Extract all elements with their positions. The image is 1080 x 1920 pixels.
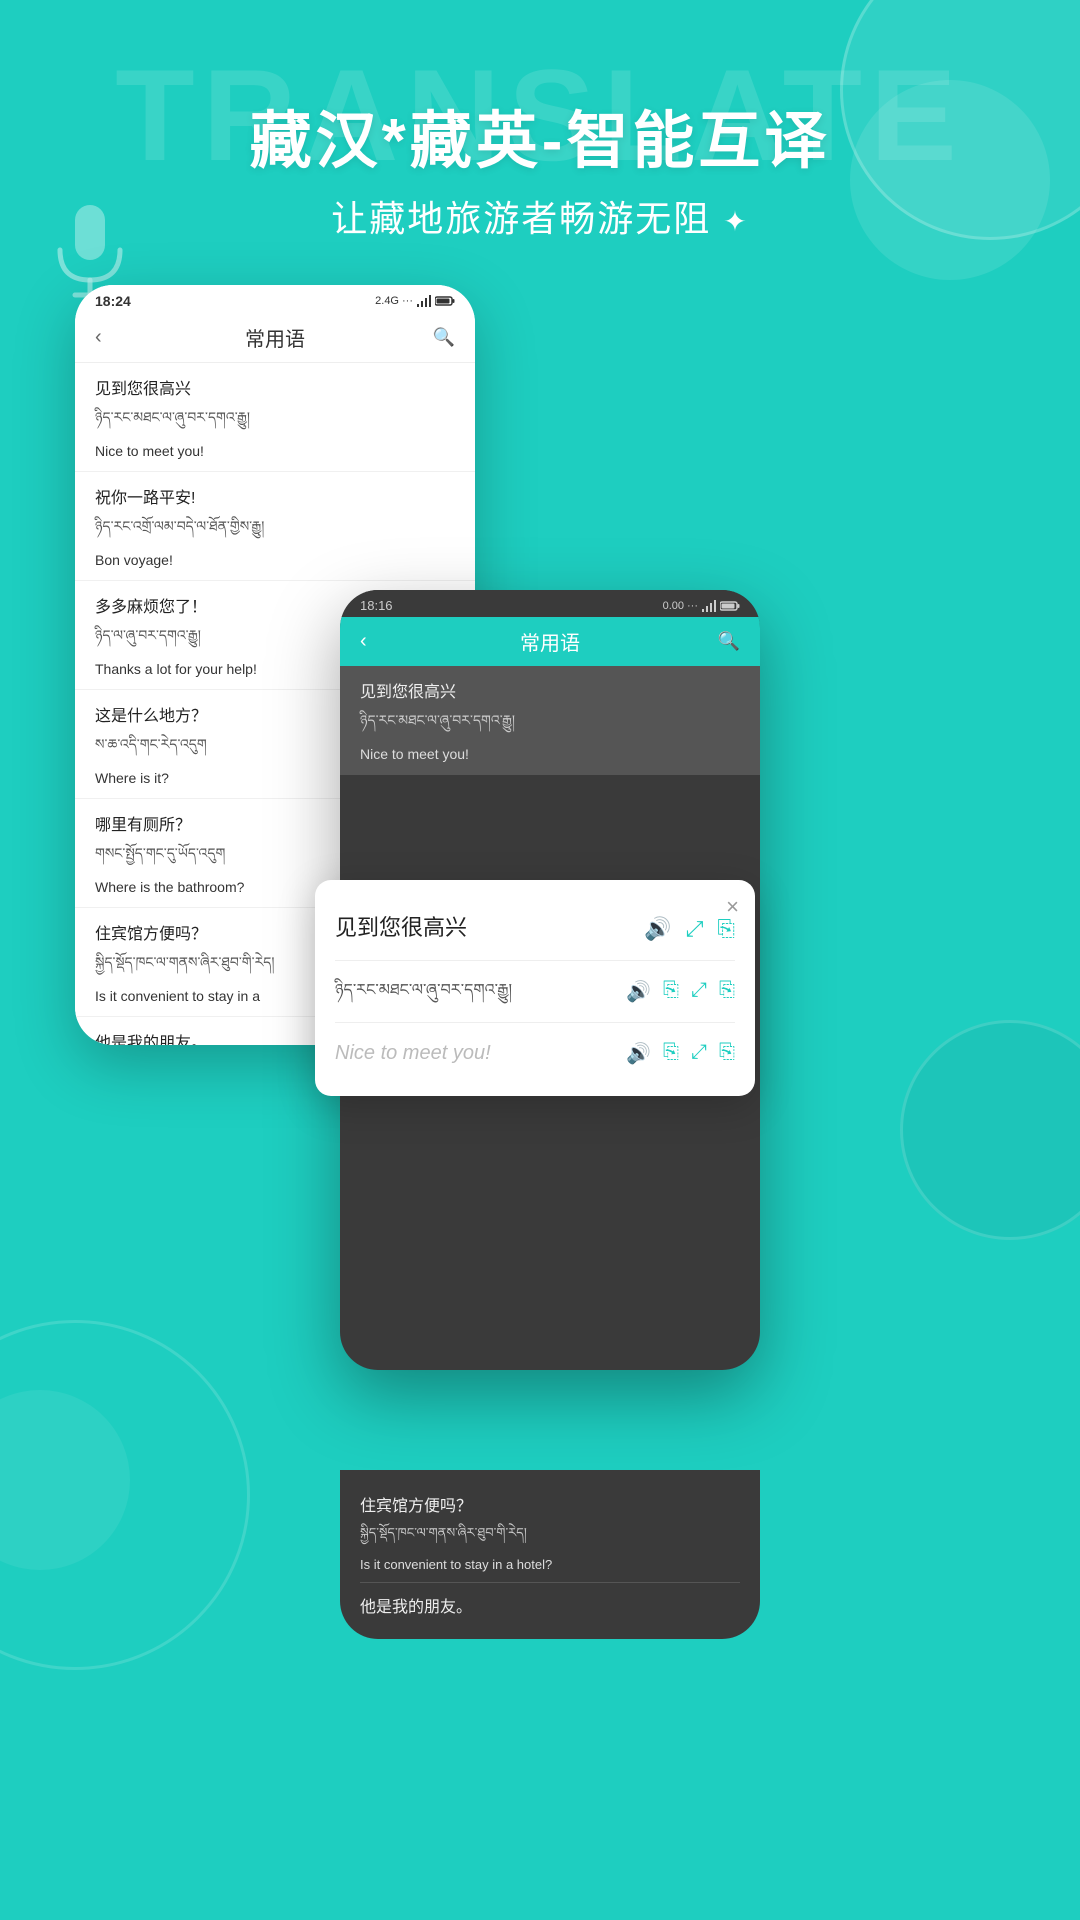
time-back: 18:24 xyxy=(95,293,131,309)
header-title: 藏汉*藏英-智能互译 xyxy=(0,90,1080,180)
bg-circle-4 xyxy=(0,1320,250,1670)
list-item-hotel[interactable]: 住宾馆方便吗？ སྐྱིད་སྡོད་ཁང་ལ་གནས་ཞིར་ཐུབ་གི་ར… xyxy=(360,1482,740,1583)
expand-icon-tibetan[interactable]: ⤢ xyxy=(691,979,707,1004)
back-arrow-front[interactable]: ‹ xyxy=(360,630,367,653)
expand-icon-cn[interactable]: ⤢ xyxy=(686,916,704,942)
share-icon-tibetan[interactable]: ⎘ xyxy=(663,979,679,1004)
search-icon-front[interactable]: 🔍 xyxy=(718,631,740,652)
time-front: 18:16 xyxy=(360,598,393,613)
divider-1 xyxy=(335,960,735,961)
share-icon-en[interactable]: ⎘ xyxy=(663,1041,679,1066)
search-icon-back[interactable]: 🔍 xyxy=(433,327,455,348)
cn-section: 见到您很高兴 🔊 ⤢ ⎘ xyxy=(335,900,735,952)
en-icons: 🔊 ⎘ ⤢ ⎘ xyxy=(626,1041,735,1066)
tibetan-section: ཉིད་རང་མཐང་ལ་ཞུ་བར་དགའ་རྒྱུ། 🔊 ⎘ ⤢ ⎘ xyxy=(335,969,735,1014)
copy-icon-en[interactable]: ⎘ xyxy=(719,1041,735,1066)
bg-circle-5 xyxy=(0,1390,130,1570)
sparkle-icon: ✦ xyxy=(723,206,748,237)
cn-text: 见到您很高兴 xyxy=(335,910,467,942)
divider-2 xyxy=(335,1022,735,1023)
status-bar-front: 18:16 0.00 ··· xyxy=(340,590,760,617)
nav-bar-back: ‹ 常用语 🔍 xyxy=(75,313,475,363)
header-subtitle: 让藏地旅游者畅游无阻 ✦ xyxy=(0,190,1080,242)
header-area: 藏汉*藏英-智能互译 让藏地旅游者畅游无阻 ✦ xyxy=(0,90,1080,242)
status-icons-back: 2.4G ··· xyxy=(375,295,455,307)
tibetan-icons: 🔊 ⎘ ⤢ ⎘ xyxy=(626,979,735,1004)
close-button[interactable]: × xyxy=(726,894,739,920)
list-item-selected[interactable]: 见到您很高兴 ཉིད་རང་མཐང་ལ་ཞུ་བར་དགའ་རྒྱུ། Nice… xyxy=(340,666,760,775)
phone-front-bottom: 住宾馆方便吗？ སྐྱིད་སྡོད་ཁང་ལ་གནས་ཞིར་ཐུབ་གི་ར… xyxy=(340,1470,760,1639)
list-front: 见到您很高兴 ཉིད་རང་མཐང་ལ་ཞུ་བར་དགའ་རྒྱུ། Nice… xyxy=(340,666,760,775)
nav-bar-front: ‹ 常用语 🔍 xyxy=(340,617,760,666)
bg-circle-3 xyxy=(900,1020,1080,1240)
list-item-friend[interactable]: 他是我的朋友。 xyxy=(360,1583,740,1627)
en-text: Nice to meet you! xyxy=(335,1042,491,1065)
sound-icon-cn[interactable]: 🔊 xyxy=(644,916,671,942)
cn-icons: 🔊 ⤢ ⎘ xyxy=(644,916,735,942)
nav-title-back: 常用语 xyxy=(245,323,305,352)
detail-card: × 见到您很高兴 🔊 ⤢ ⎘ ཉིད་རང་མཐང་ལ་ཞུ་བར་དགའ་རྒ… xyxy=(315,880,755,1096)
status-bar-back: 18:24 2.4G ··· xyxy=(75,285,475,313)
copy-icon-tibetan[interactable]: ⎘ xyxy=(719,979,735,1004)
sound-icon-en[interactable]: 🔊 xyxy=(626,1041,651,1066)
tibetan-text: ཉིད་རང་མཐང་ལ་ཞུ་བར་དགའ་རྒྱུ། xyxy=(335,979,616,1003)
expand-icon-en[interactable]: ⤢ xyxy=(691,1041,707,1066)
en-section: Nice to meet you! 🔊 ⎘ ⤢ ⎘ xyxy=(335,1031,735,1076)
sound-icon-tibetan[interactable]: 🔊 xyxy=(626,979,651,1004)
nav-title-front: 常用语 xyxy=(520,627,580,656)
back-arrow-back[interactable]: ‹ xyxy=(95,326,102,349)
status-icons-front: 0.00 ··· xyxy=(663,600,740,612)
list-item[interactable]: 见到您很高兴 ཉིད་རང་མཐང་ལ་ཞུ་བར་དགའ་རྒྱུ། Nice… xyxy=(75,363,475,472)
list-item[interactable]: 祝你一路平安! ཉིད་རང་འགྲོ་ལམ་བདེ་ལ་ཐོན་གྱིས་རྒ… xyxy=(75,472,475,581)
